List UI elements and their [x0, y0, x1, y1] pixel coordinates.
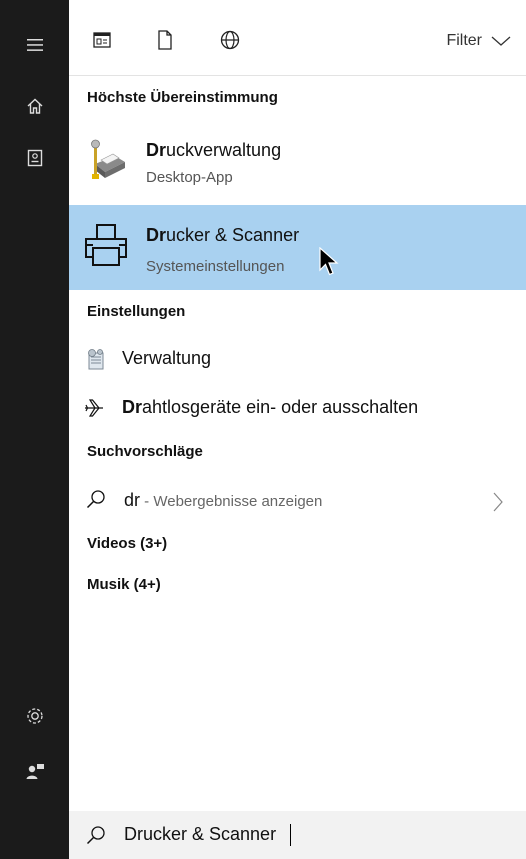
- chevron-right-icon[interactable]: [492, 491, 504, 513]
- result-subtitle: Systemeinstellungen: [146, 258, 285, 275]
- home-icon[interactable]: [0, 86, 69, 126]
- hamburger-menu-icon[interactable]: [0, 25, 69, 65]
- search-panel: Filter Höchste Übereinstimmung Druckverw…: [69, 0, 526, 859]
- gear-icon[interactable]: [0, 696, 69, 736]
- filter-label: Filter: [446, 32, 482, 49]
- settings-item-administration[interactable]: Verwaltung: [69, 340, 526, 380]
- search-icon: [86, 490, 105, 509]
- web-suggestion-item[interactable]: dr - Webergebnisse anzeigen: [69, 478, 526, 522]
- music-header[interactable]: Musik (4+): [87, 576, 161, 593]
- search-input[interactable]: Drucker & Scanner: [124, 824, 276, 845]
- settings-item-airplane-mode[interactable]: Drahtlosgeräte ein- oder ausschalten: [69, 389, 526, 429]
- settings-item-label: Drahtlosgeräte ein- oder ausschalten: [122, 397, 419, 417]
- suggestions-header: Suchvorschläge: [87, 443, 203, 460]
- print-management-icon: [83, 136, 131, 184]
- apps-icon[interactable]: [90, 28, 114, 52]
- filter-dropdown[interactable]: Filter: [446, 30, 512, 52]
- mouse-pointer-icon: [319, 247, 339, 276]
- videos-header[interactable]: Videos (3+): [87, 535, 167, 552]
- search-icon: [86, 826, 105, 845]
- user-feedback-icon[interactable]: [0, 751, 69, 791]
- best-match-header: Höchste Übereinstimmung: [87, 89, 278, 106]
- admin-tools-icon: [88, 349, 104, 370]
- suggestion-text: dr - Webergebnisse anzeigen: [124, 490, 322, 511]
- result-subtitle: Desktop-App: [146, 169, 233, 186]
- settings-header: Einstellungen: [87, 303, 186, 320]
- result-title: Druckverwaltung: [146, 140, 282, 160]
- search-box[interactable]: Drucker & Scanner: [69, 811, 526, 859]
- result-title: Drucker & Scanner: [146, 225, 300, 245]
- suggestion-query: dr: [124, 490, 141, 510]
- result-printers-scanners[interactable]: Drucker & Scanner Systemeinstellungen: [69, 205, 526, 290]
- left-rail: [0, 0, 69, 859]
- suggestion-hint: - Webergebnisse anzeigen: [140, 493, 323, 510]
- result-print-management[interactable]: Druckverwaltung Desktop-App: [69, 124, 526, 201]
- document-icon[interactable]: [153, 28, 177, 52]
- printer-icon: [83, 221, 131, 269]
- toolbar: Filter: [69, 0, 526, 76]
- text-caret: [290, 824, 291, 846]
- web-globe-icon[interactable]: [218, 28, 242, 52]
- settings-item-label: Verwaltung: [122, 348, 212, 368]
- chevron-down-icon: [491, 36, 511, 46]
- airplane-icon: [85, 399, 103, 417]
- notebook-icon[interactable]: [0, 138, 69, 178]
